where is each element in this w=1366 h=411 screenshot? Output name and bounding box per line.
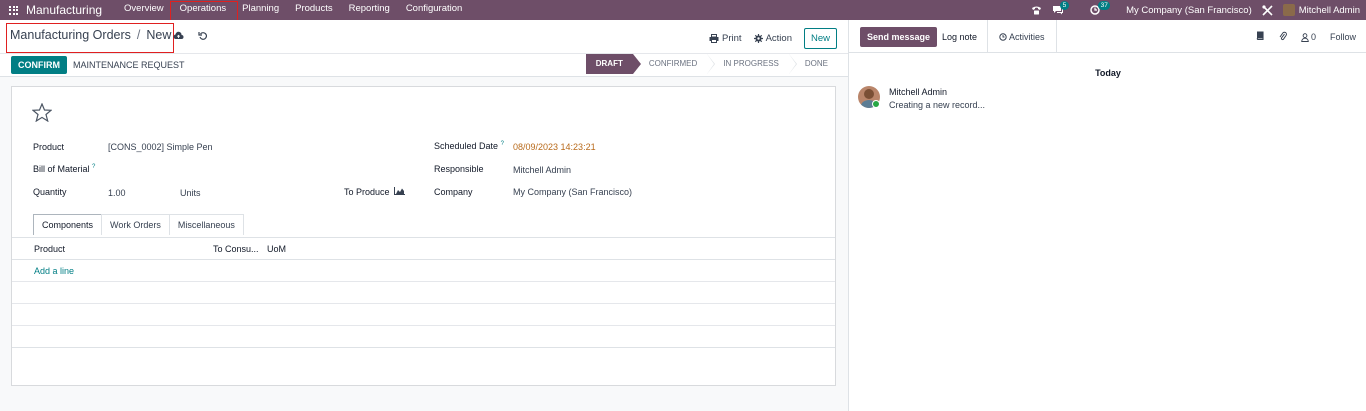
navbar-systray: 5 37 My Company (San Francisco) Mitchell… [1031,0,1360,20]
menu-operations[interactable]: Operations [169,0,239,26]
scheduled-date-text: Scheduled Date [434,141,499,151]
control-panel: Manufacturing Orders / New Print Action … [0,20,848,77]
gear-icon [753,34,763,43]
control-panel-actions: Print Action New [709,28,837,49]
phone-icon[interactable] [1031,5,1042,15]
scheduled-help-icon[interactable]: ? [501,141,504,147]
menu-overview[interactable]: Overview [116,0,172,20]
activities-clock-icon[interactable]: 37 [1090,1,1111,15]
chatter-panel: Send message Log note Activities 0 Follo… [848,20,1366,411]
add-a-line-link[interactable]: Add a line [34,266,74,276]
bom-help-icon[interactable]: ? [92,164,95,170]
company-field[interactable]: My Company (San Francisco) [513,187,632,197]
message-author[interactable]: Mitchell Admin [889,87,947,97]
save-cloud-icon[interactable] [173,31,184,44]
action-label: Action [765,33,792,44]
menu-reporting[interactable]: Reporting [341,0,398,20]
table-row [12,304,835,326]
maintenance-request-button[interactable]: MAINTENANCE REQUEST [73,60,185,70]
activities-clock-small-icon [999,32,1009,42]
status-bar: DRAFT CONFIRMED IN PROGRESS DONE [585,54,838,74]
action-button[interactable]: Action [753,33,792,44]
bom-field[interactable] [108,164,288,175]
follower-person-icon [1301,32,1309,42]
company-switcher[interactable]: My Company (San Francisco) [1126,5,1252,16]
chatter-actions: 0 Follow [1256,31,1356,43]
online-status-dot [872,100,880,108]
quantity-label: Quantity [33,187,67,197]
table-footer-line [12,326,835,348]
user-name: Mitchell Admin [1298,4,1360,16]
scheduled-date-field[interactable]: 08/09/2023 14:23:21 [513,142,596,152]
bom-label: Bill of Material ? [33,164,95,174]
activities-label: Activities [1009,32,1045,42]
to-produce-label: To Produce [344,187,405,197]
followers-count: 0 [1310,32,1316,42]
debug-tools-icon[interactable] [1262,4,1273,16]
responsible-label: Responsible [434,164,484,174]
table-row [12,282,835,304]
components-table-header: Product To Consu... UoM [12,238,835,260]
record-actions [173,31,208,44]
priority-star-icon[interactable] [31,102,53,125]
confirm-button[interactable]: CONFIRM [11,56,67,74]
notebook-tabs: Components Work Orders Miscellaneous [33,214,244,235]
paperclip-icon[interactable] [1279,31,1287,43]
user-avatar [1282,4,1295,16]
breadcrumb-highlight [6,23,174,53]
menu-products[interactable]: Products [287,0,341,20]
message-body: Creating a new record... [889,100,986,110]
column-product[interactable]: Product [34,244,65,254]
tab-miscellaneous[interactable]: Miscellaneous [168,214,244,235]
print-button[interactable]: Print [709,33,742,44]
print-label: Print [722,33,742,44]
date-separator: Today [1095,68,1121,78]
book-icon[interactable] [1256,31,1265,43]
form-sheet: Product [CONS_0002] Simple Pen Bill of M… [11,86,836,386]
product-field[interactable]: [CONS_0002] Simple Pen [108,142,213,152]
stage-in-progress[interactable]: IN PROGRESS [707,54,797,74]
table-row [12,260,835,282]
quantity-uom-field[interactable]: Units [180,188,201,198]
main-menu: Overview Operations Planning Products Re… [116,0,471,26]
top-navbar: Manufacturing Overview Operations Planni… [0,0,1366,26]
tab-components[interactable]: Components [33,214,103,235]
activities-button[interactable]: Activities [987,20,1057,53]
log-note-button[interactable]: Log note [932,20,987,53]
new-button[interactable]: New [803,28,837,49]
followers-button[interactable]: 0 [1301,32,1316,42]
stage-draft[interactable]: DRAFT [585,54,641,74]
quantity-field[interactable]: 1.00 [108,188,126,198]
user-menu[interactable]: Mitchell Admin [1282,4,1360,16]
product-label: Product [33,142,65,152]
column-to-consume[interactable]: To Consu... [213,244,259,254]
company-label: Company [434,187,473,197]
activities-badge: 37 [1098,1,1111,10]
messages-badge: 5 [1060,1,1069,10]
scheduled-date-label: Scheduled Date ? [434,141,504,151]
print-icon [709,34,719,43]
stage-confirmed[interactable]: CONFIRMED [632,54,716,74]
follow-button[interactable]: Follow [1330,32,1356,42]
menu-planning[interactable]: Planning [234,0,287,20]
menu-configuration[interactable]: Configuration [398,0,471,20]
forecast-chart-icon[interactable] [393,187,405,197]
to-produce-text: To Produce [344,187,390,197]
column-uom[interactable]: UoM [267,244,286,254]
messages-icon[interactable]: 5 [1052,1,1069,15]
responsible-field[interactable]: Mitchell Admin [513,165,571,175]
bom-label-text: Bill of Material [33,164,90,174]
send-message-button[interactable]: Send message [860,27,938,47]
tab-work-orders[interactable]: Work Orders [101,214,170,235]
discard-undo-icon[interactable] [198,31,208,44]
chatter-topbar: Send message Log note Activities 0 Follo… [849,20,1366,53]
app-brand[interactable]: Manufacturing [26,3,102,17]
apps-menu-icon[interactable] [9,5,18,15]
